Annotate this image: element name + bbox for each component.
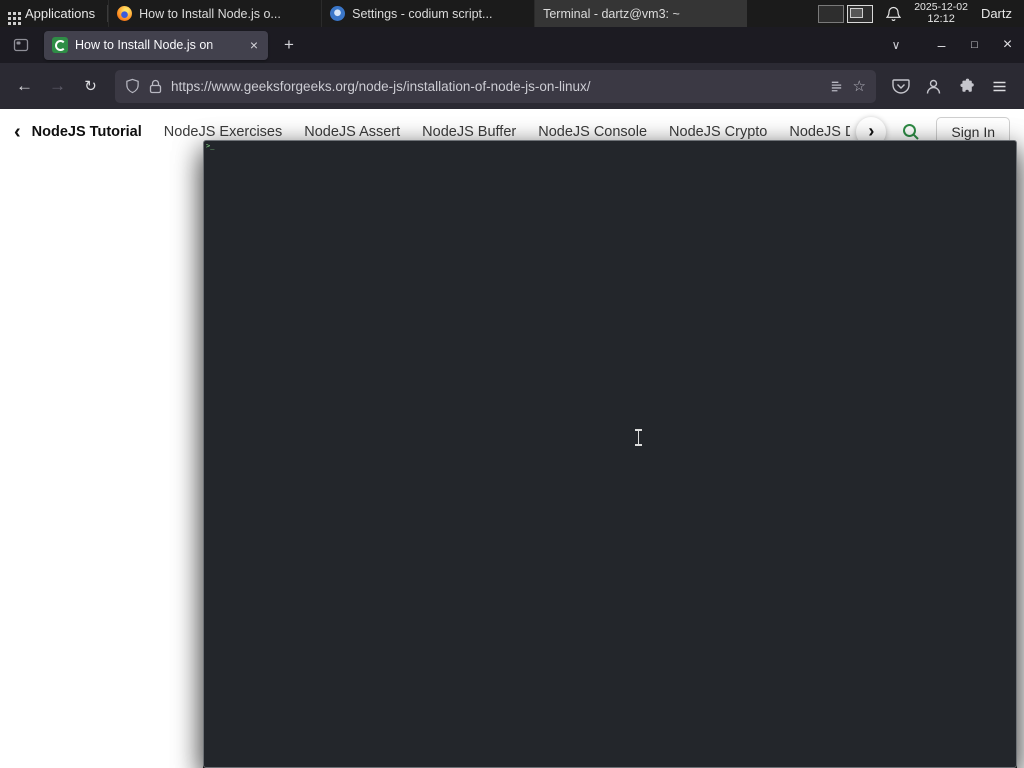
back-button[interactable]: ←	[8, 70, 41, 102]
pager-mini-window	[850, 7, 864, 18]
browser-tab[interactable]: How to Install Node.js on ×	[44, 30, 268, 60]
notification-bell-icon[interactable]	[886, 6, 902, 22]
workspace-cell-active[interactable]	[847, 4, 874, 23]
site-nav-item[interactable]: NodeJS Buffer	[422, 124, 516, 140]
hamburger-menu-icon[interactable]	[983, 70, 1016, 102]
forward-button[interactable]: →	[41, 70, 74, 102]
panel-window-button[interactable]: How to Install Node.js o...	[108, 0, 321, 27]
applications-menu-button[interactable]: Applications	[0, 0, 107, 27]
window-maximize-button[interactable]: □	[958, 27, 991, 63]
extensions-puzzle-icon[interactable]	[950, 70, 983, 102]
search-icon[interactable]	[901, 122, 921, 142]
reload-button[interactable]: ↻	[74, 70, 107, 102]
tab-favicon-gfg	[52, 37, 68, 53]
window-minimize-button[interactable]: –	[925, 27, 958, 63]
site-nav-item[interactable]: NodeJS Tutorial	[32, 124, 142, 140]
tabbar-controls: ∨ – □ ×	[883, 27, 1024, 63]
window-button-label: Settings - codium script...	[352, 6, 493, 21]
site-nav-item[interactable]: NodeJS Assert	[304, 124, 400, 140]
site-nav-item[interactable]: NodeJS Console	[538, 124, 647, 140]
applications-label: Applications	[25, 6, 96, 21]
workspace-pager[interactable]	[818, 4, 874, 23]
site-nav-item[interactable]: NodeJS DNS	[789, 124, 850, 140]
panel-window-button[interactable]: Settings - codium script...	[321, 0, 534, 27]
workspace-cell[interactable]	[818, 4, 845, 23]
panel-time: 12:12	[927, 13, 955, 26]
site-nav-items: NodeJS Tutorial NodeJS Exercises NodeJS As…	[32, 124, 851, 140]
tab-close-button[interactable]: ×	[244, 35, 264, 55]
shield-icon[interactable]	[125, 78, 140, 94]
new-tab-button[interactable]: +	[276, 32, 302, 58]
pocket-icon[interactable]	[884, 70, 917, 102]
browser-toolbar: ← → ↻ https://www.geeksforgeeks.org/node…	[0, 63, 1024, 109]
url-text: https://www.geeksforgeeks.org/node-js/in…	[171, 78, 591, 94]
panel-date: 2025-12-02	[914, 0, 968, 13]
firefox-view-button[interactable]	[8, 32, 34, 58]
account-icon[interactable]	[917, 70, 950, 102]
top-panel: Applications How to Install Node.js o...…	[0, 0, 1024, 768]
panel-username: Dartz	[980, 6, 1012, 21]
firefox-icon	[117, 6, 133, 21]
lock-icon[interactable]	[149, 79, 162, 94]
applications-icon	[8, 12, 11, 15]
reader-view-icon[interactable]	[829, 79, 844, 94]
window-close-button[interactable]: ×	[991, 27, 1024, 63]
settings-icon	[330, 6, 346, 21]
site-nav-item[interactable]: NodeJS Crypto	[669, 124, 767, 140]
window-button-list: How to Install Node.js o... Settings - co…	[108, 0, 1017, 768]
browser-tab-bar: How to Install Node.js on × + ∨ – □ ×	[0, 27, 1024, 63]
tab-title-fade	[208, 32, 242, 58]
window-button-label: Terminal - dartz@vm3: ~	[543, 6, 680, 21]
window-button-label: How to Install Node.js o...	[139, 6, 281, 21]
panel-clock[interactable]: 2025-12-02 12:12	[914, 1, 968, 27]
desktop: Applications How to Install Node.js o...…	[0, 0, 1024, 768]
nav-scroll-left-icon[interactable]: ‹	[14, 122, 21, 142]
url-bar[interactable]: https://www.geeksforgeeks.org/node-js/in…	[115, 69, 876, 103]
panel-tray: 2025-12-02 12:12 Dartz	[818, 0, 1024, 27]
site-nav-item[interactable]: NodeJS Exercises	[164, 124, 282, 140]
list-all-tabs-button[interactable]: ∨	[883, 32, 909, 58]
panel-window-button[interactable]: Terminal - dartz@vm3: ~	[203, 0, 1017, 768]
bookmark-star-icon[interactable]: ☆	[853, 77, 866, 95]
